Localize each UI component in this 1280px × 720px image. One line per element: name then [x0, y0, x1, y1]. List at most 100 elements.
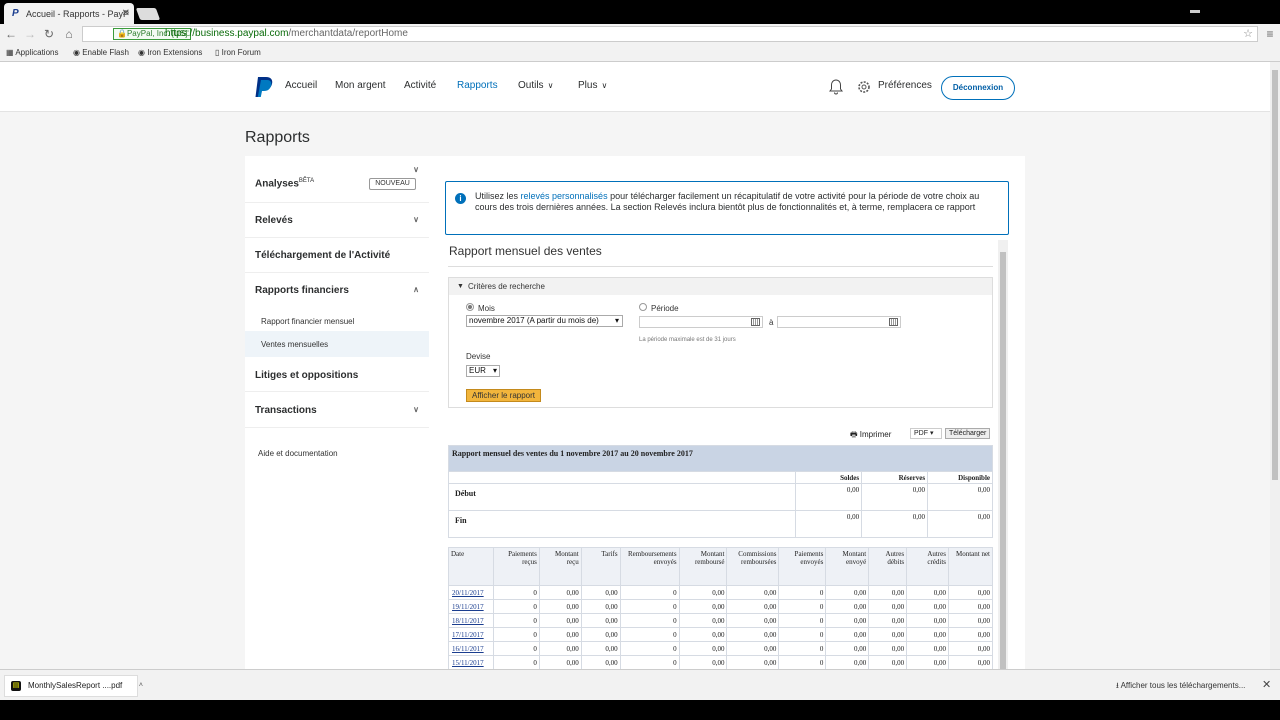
- home-icon[interactable]: ⌂: [61, 27, 77, 41]
- browser-tab[interactable]: P Accueil - Rapports - PayP ✕: [4, 3, 134, 24]
- sidebar-subitem-rapport-financier-mensuel[interactable]: Rapport financier mensuel: [261, 317, 354, 326]
- back-icon[interactable]: ←: [3, 27, 19, 41]
- page-scrollbar-thumb[interactable]: [1272, 70, 1278, 480]
- summary-cell: 0,00: [927, 483, 993, 511]
- table-row: 18/11/2017 0 0,00 0,00 0 0,00 0,00 0 0,00 0,00 0,0…: [448, 613, 993, 628]
- nav-accueil[interactable]: Accueil: [285, 80, 317, 91]
- column-header: Autres débits: [868, 547, 908, 586]
- table-cell: 0: [492, 613, 540, 628]
- summary-cell: 0,00: [795, 510, 863, 538]
- table-cell: 0: [492, 655, 540, 669]
- date-link[interactable]: 17/11/2017: [448, 627, 494, 642]
- table-cell: 0: [778, 641, 827, 656]
- preferences-link[interactable]: Préférences: [878, 80, 932, 91]
- sidebar-item-telechargement[interactable]: Téléchargement de l'Activité: [245, 238, 429, 273]
- table-cell: 0: [778, 655, 827, 669]
- sidebar-item-litiges[interactable]: Litiges et oppositions: [245, 357, 429, 392]
- bookmark-iron-extensions[interactable]: ◉ Iron Extensions: [138, 48, 202, 57]
- new-tab-button[interactable]: [135, 8, 161, 20]
- custom-statements-link[interactable]: relevés personnalisés: [521, 191, 608, 201]
- menu-icon[interactable]: ≡: [1262, 27, 1278, 41]
- sidebar-item-releves[interactable]: Relevés ∨: [245, 203, 429, 238]
- table-cell: 0,00: [726, 613, 780, 628]
- show-all-downloads-link[interactable]: ⭳ Afficher tous les téléchargements...: [1116, 680, 1245, 694]
- summary-row-label: Fin: [448, 510, 797, 538]
- table-cell: 0,00: [825, 655, 870, 669]
- sidebar-item-rapports-financiers[interactable]: Rapports financiers ∧: [245, 273, 429, 309]
- table-cell: 0,00: [538, 627, 582, 642]
- calendar-icon[interactable]: [751, 318, 760, 326]
- column-header: Tarifs: [580, 547, 621, 586]
- period-end-date-input[interactable]: [777, 316, 901, 328]
- summary-cell: 0,00: [861, 510, 929, 538]
- forward-icon[interactable]: →: [22, 27, 38, 41]
- report-scrollbar-thumb[interactable]: [1000, 252, 1006, 669]
- chevron-up-icon: ∧: [413, 285, 419, 294]
- download-button[interactable]: Télécharger: [945, 428, 991, 439]
- bookmark-enable-flash[interactable]: ◉ Enable Flash: [73, 48, 129, 57]
- paypal-favicon-icon: P: [12, 8, 19, 19]
- gear-icon[interactable]: [856, 79, 872, 95]
- table-cell: 0,00: [948, 641, 993, 656]
- close-icon[interactable]: ✕: [1262, 678, 1271, 691]
- bookmark-apps[interactable]: ▦ Applications: [6, 48, 58, 57]
- bookmark-star-icon[interactable]: ☆: [1243, 27, 1253, 41]
- report-scrollbar[interactable]: [998, 240, 1008, 669]
- sidebar-subitem-ventes-mensuelles[interactable]: Ventes mensuelles: [245, 331, 429, 357]
- currency-select[interactable]: EUR ▾: [466, 365, 500, 377]
- nav-rapports[interactable]: Rapports: [457, 80, 498, 91]
- paypal-logo[interactable]: [254, 76, 274, 98]
- radio-period[interactable]: [639, 303, 647, 311]
- chevron-up-icon[interactable]: ˄: [139, 676, 143, 696]
- radio-month[interactable]: [466, 303, 474, 311]
- format-select[interactable]: PDF ▾: [910, 428, 942, 439]
- table-cell: 0,00: [580, 585, 621, 600]
- table-row: 15/11/2017 0 0,00 0,00 0 0,00 0,00 0 0,00 0,00 0,0…: [448, 655, 993, 669]
- date-link[interactable]: 20/11/2017: [448, 585, 494, 600]
- pdf-file-icon: ▤: [11, 681, 21, 691]
- table-cell: 0,00: [580, 655, 621, 669]
- logout-button[interactable]: Déconnexion: [941, 76, 1015, 100]
- nav-mon-argent[interactable]: Mon argent: [335, 80, 386, 91]
- url-input[interactable]: 🔒PayPal, Inc. [US] https://business.payp…: [82, 26, 1258, 42]
- page-scrollbar[interactable]: [1270, 62, 1280, 669]
- date-link[interactable]: 18/11/2017: [448, 613, 494, 628]
- table-cell: 0,00: [906, 641, 950, 656]
- date-link[interactable]: 15/11/2017: [448, 655, 494, 669]
- close-tab-icon[interactable]: ✕: [122, 8, 130, 19]
- column-header: Paiements reçus: [492, 547, 540, 586]
- table-row: 17/11/2017 0 0,00 0,00 0 0,00 0,00 0 0,00 0,00 0,0…: [448, 627, 993, 642]
- download-item[interactable]: ▤ MonthlySalesReport ....pdf ˄: [4, 675, 143, 697]
- page-viewport: Accueil Mon argent Activité Rapports Out…: [0, 62, 1270, 669]
- print-button[interactable]: 🖶 Imprimer: [850, 429, 891, 443]
- collapse-triangle-icon: ▼: [457, 283, 464, 290]
- currency-label: Devise: [466, 352, 491, 361]
- date-link[interactable]: 16/11/2017: [448, 641, 494, 656]
- help-documentation-link[interactable]: Aide et documentation: [258, 449, 338, 458]
- tab-strip: P Accueil - Rapports - PayP ✕ ▬: [0, 0, 1280, 24]
- reload-icon[interactable]: ↻: [41, 27, 57, 41]
- download-filename: MonthlySalesReport ....pdf: [28, 681, 123, 690]
- sidebar-item-analyses[interactable]: AnalysesBÊTA NOUVEAU ∨: [245, 156, 429, 203]
- table-row: 16/11/2017 0 0,00 0,00 0 0,00 0,00 0 0,00 0,00 0,0…: [448, 641, 993, 656]
- summary-row: Début 0,00 0,00 0,00: [448, 483, 993, 511]
- month-select[interactable]: novembre 2017 (A partir du mois de) ▾: [466, 315, 623, 327]
- window-user-icon[interactable]: ▬: [1188, 5, 1202, 17]
- info-banner: i Utilisez les relevés personnalisés pou…: [445, 181, 1009, 235]
- table-cell: 0,00: [678, 641, 728, 656]
- format-value: PDF: [914, 430, 928, 437]
- url-path: /merchantdata/reportHome: [288, 28, 408, 39]
- sidebar-item-transactions[interactable]: Transactions ∨: [245, 392, 429, 428]
- nav-plus[interactable]: Plus ∨: [578, 80, 607, 91]
- date-link[interactable]: 19/11/2017: [448, 599, 494, 614]
- bookmark-iron-forum[interactable]: ▯ Iron Forum: [215, 48, 261, 57]
- bell-icon[interactable]: [829, 79, 843, 95]
- criteria-header[interactable]: ▼ Critères de recherche: [449, 278, 992, 295]
- nav-outils[interactable]: Outils ∨: [518, 80, 553, 91]
- period-start-date-input[interactable]: [639, 316, 763, 328]
- radio-month-label: Mois: [478, 304, 495, 313]
- calendar-icon[interactable]: [889, 318, 898, 326]
- show-report-button[interactable]: Afficher le rapport: [466, 389, 541, 402]
- nav-activite[interactable]: Activité: [404, 80, 436, 91]
- summary-col-header: Disponible: [927, 471, 993, 484]
